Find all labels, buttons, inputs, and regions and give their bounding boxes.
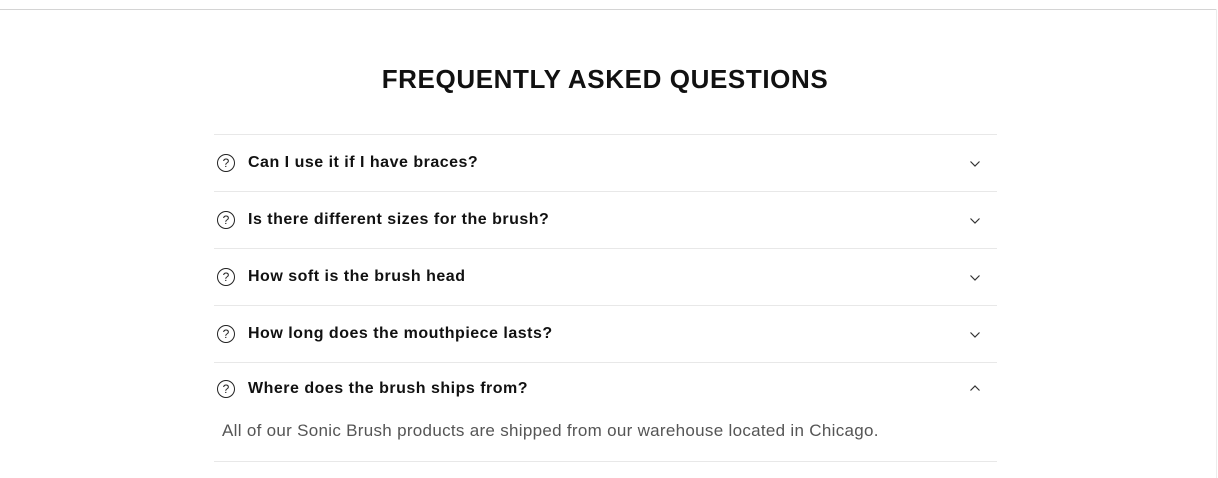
question-circle-icon: ? bbox=[217, 268, 235, 286]
faq-question-button[interactable]: ? Where does the brush ships from? bbox=[214, 363, 997, 415]
question-circle-icon: ? bbox=[217, 211, 235, 229]
faq-question-text: How long does the mouthpiece lasts? bbox=[248, 325, 553, 342]
chevron-down-icon[interactable] bbox=[969, 160, 981, 168]
faq-heading: FREQUENTLY ASKED QUESTIONS bbox=[381, 64, 829, 94]
question-circle-icon: ? bbox=[217, 380, 235, 398]
faq-question-text: Can I use it if I have braces? bbox=[248, 154, 479, 171]
top-divider bbox=[0, 9, 1216, 10]
faq-item-brush-sizes: ? Is there different sizes for the brush… bbox=[214, 192, 997, 249]
faq-question-button[interactable]: ? Can I use it if I have braces? bbox=[214, 135, 997, 191]
faq-answer-text: All of our Sonic Brush products are ship… bbox=[222, 421, 879, 440]
faq-question-text: Where does the brush ships from? bbox=[248, 380, 529, 397]
chevron-down-icon[interactable] bbox=[969, 217, 981, 225]
faq-question-text: How soft is the brush head bbox=[248, 268, 466, 285]
chevron-down-icon[interactable] bbox=[969, 274, 981, 282]
faq-item-mouthpiece-life: ? How long does the mouthpiece lasts? bbox=[214, 306, 997, 363]
faq-question-button[interactable]: ? How long does the mouthpiece lasts? bbox=[214, 306, 997, 362]
faq-question-text: Is there different sizes for the brush? bbox=[248, 211, 550, 228]
faq-question-button[interactable]: ? How soft is the brush head bbox=[214, 249, 997, 305]
chevron-up-icon[interactable] bbox=[969, 384, 981, 392]
right-edge-divider bbox=[1216, 9, 1217, 478]
chevron-down-icon[interactable] bbox=[969, 331, 981, 339]
question-circle-icon: ? bbox=[217, 154, 235, 172]
question-circle-icon: ? bbox=[217, 325, 235, 343]
faq-item-braces: ? Can I use it if I have braces? bbox=[214, 135, 997, 192]
faq-item-brush-softness: ? How soft is the brush head bbox=[214, 249, 997, 306]
faq-item-shipping-origin: ? Where does the brush ships from? All o… bbox=[214, 363, 997, 462]
faq-accordion: ? Can I use it if I have braces? ? Is th… bbox=[214, 134, 997, 462]
faq-question-button[interactable]: ? Is there different sizes for the brush… bbox=[214, 192, 997, 248]
